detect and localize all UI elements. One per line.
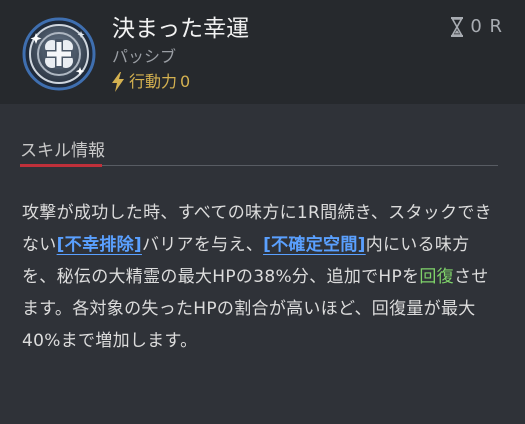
hourglass-icon xyxy=(451,17,464,37)
section-accent-bar xyxy=(20,164,102,167)
description-text: バリアを与え、 xyxy=(141,235,264,255)
skill-name: 決まった幸運 xyxy=(112,16,250,42)
cooldown-value: 0 R xyxy=(470,16,503,37)
skill-type: パッシブ xyxy=(112,47,177,66)
skill-description: 攻撃が成功した時、すべての味方に1R間続き、スタックできない[不幸排除]バリアを… xyxy=(22,197,504,357)
lightning-bolt-icon xyxy=(112,72,124,92)
skill-tooltip: 決まった幸運 パッシブ 行動力 0 0 R スキル情報 攻撃が成功した時、すべて… xyxy=(0,0,525,424)
action-cost: 行動力 0 xyxy=(111,71,190,93)
section-title: スキル情報 xyxy=(20,141,105,161)
action-cost-value: 0 xyxy=(180,72,191,91)
heal-keyword: 回復 xyxy=(419,267,454,287)
skill-header: 決まった幸運 パッシブ 行動力 0 0 R xyxy=(0,0,525,104)
action-cost-label: 行動力 xyxy=(129,72,178,91)
keyword-link-fukakuteikukan[interactable]: [不確定空間] xyxy=(263,235,366,255)
cooldown: 0 R xyxy=(450,14,503,40)
clover-cross-emblem-icon xyxy=(22,17,96,91)
section-header: スキル情報 xyxy=(20,140,498,168)
keyword-link-fukouhaijo[interactable]: [不幸排除] xyxy=(57,235,142,255)
